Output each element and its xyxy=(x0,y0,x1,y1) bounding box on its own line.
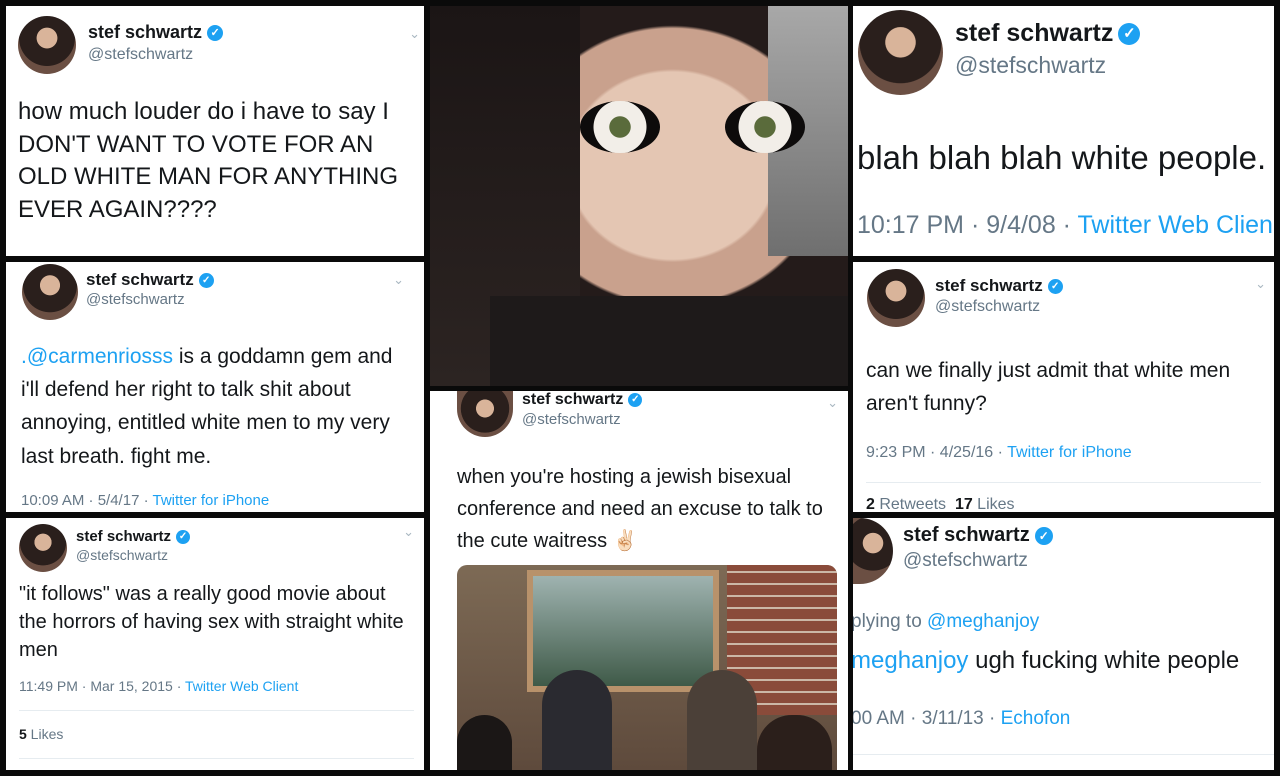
display-name-text: stef schwartz xyxy=(88,22,203,42)
avatar[interactable] xyxy=(867,269,925,327)
handle[interactable]: @stefschwartz xyxy=(76,547,168,563)
verified-badge-icon: ✓ xyxy=(1118,23,1141,46)
tweet-source[interactable]: Twitter Web Client xyxy=(185,678,298,694)
display-name[interactable]: stef schwartz ✓ xyxy=(955,19,1141,48)
eye-shape xyxy=(725,101,805,153)
timestamp[interactable]: 11:49 PM · Mar 15, 2015 · xyxy=(19,678,185,694)
tweet-meta: 10:09 AM · 5/4/17 · Twitter for iPhone xyxy=(21,492,269,509)
tweet-card-5: stef schwartz ✓ @stefschwartz ⌄ when you'… xyxy=(430,391,848,770)
verified-badge-icon: ✓ xyxy=(1034,526,1053,545)
avatar[interactable] xyxy=(853,518,893,584)
engagement-stats: 2 Retweets 17 Likes xyxy=(866,496,1015,512)
tweet-card-2: stef schwartz ✓ @stefschwartz blah blah b… xyxy=(853,6,1274,256)
tweet-text: "it follows" was a really good movie abo… xyxy=(19,583,404,661)
display-name[interactable]: stef schwartz ✓ xyxy=(522,391,643,409)
avatar[interactable] xyxy=(457,391,513,437)
chevron-down-icon[interactable]: ⌄ xyxy=(393,272,404,288)
display-name-text: stef schwartz xyxy=(76,528,172,545)
handle[interactable]: @stefschwartz xyxy=(935,298,1040,316)
divider xyxy=(19,710,414,711)
divider xyxy=(866,482,1261,483)
person-shape xyxy=(757,715,832,770)
timestamp[interactable]: 10:17 PM · 9/4/08 · xyxy=(857,211,1078,239)
avatar[interactable] xyxy=(858,10,943,95)
reply-prefix: plying to xyxy=(853,611,928,632)
tweet-meta: 00 AM · 3/11/13 · Echofon xyxy=(853,708,1070,730)
divider xyxy=(853,754,1274,755)
tweet-text: how much louder do i have to say I DON'T… xyxy=(18,98,399,223)
chevron-down-icon[interactable]: ⌄ xyxy=(827,395,838,411)
chevron-down-icon[interactable]: ⌄ xyxy=(409,26,420,42)
chevron-down-icon[interactable]: ⌄ xyxy=(1255,276,1266,292)
handle[interactable]: @stefschwartz xyxy=(955,52,1106,79)
engagement-stats: 5 Likes xyxy=(19,726,63,742)
timestamp[interactable]: 00 AM · 3/11/13 · xyxy=(853,708,1001,729)
display-name[interactable]: stef schwartz ✓ xyxy=(903,524,1053,547)
tweet-text: blah blah blah white people. xyxy=(857,139,1267,176)
like-count[interactable]: 17 xyxy=(955,496,973,512)
person-shape xyxy=(687,670,757,770)
handle[interactable]: @stefschwartz xyxy=(88,46,193,64)
verified-badge-icon: ✓ xyxy=(207,25,224,42)
chevron-down-icon[interactable]: ⌄ xyxy=(403,524,414,540)
tweet-source[interactable]: Twitter for iPhone xyxy=(1007,444,1132,461)
tweet-text-content: ugh fucking white people xyxy=(968,647,1240,674)
handle[interactable]: @stefschwartz xyxy=(86,291,185,308)
tweet-meta: 9:23 PM · 4/25/16 · Twitter for iPhone xyxy=(866,444,1132,462)
display-name-text: stef schwartz xyxy=(86,270,194,289)
divider xyxy=(19,758,414,759)
tweet-text: when you're hosting a jewish bisexual co… xyxy=(457,466,823,552)
tweet-text: .@carmenriosss is a goddamn gem and i'll… xyxy=(21,340,416,473)
person-shape xyxy=(457,715,512,770)
like-count[interactable]: 5 xyxy=(19,726,27,742)
handle[interactable]: @stefschwartz xyxy=(522,411,621,428)
portrait-photo xyxy=(430,6,848,386)
shirt-shape xyxy=(490,296,848,386)
tweet-text: can we finally just admit that white men… xyxy=(866,359,1231,416)
display-name-text: stef schwartz xyxy=(955,19,1114,47)
tweet-source[interactable]: Twitter for iPhone xyxy=(152,492,269,509)
tweet-text: meghanjoy ugh fucking white people xyxy=(853,645,1274,678)
handle[interactable]: @stefschwartz xyxy=(903,550,1028,572)
tweet-card-6: stef schwartz ✓ @stefschwartz ⌄ "it follo… xyxy=(6,518,424,770)
display-name[interactable]: stef schwartz ✓ xyxy=(76,528,191,545)
mention-link[interactable]: .@carmenriosss xyxy=(21,345,173,368)
mention-link[interactable]: meghanjoy xyxy=(853,647,968,674)
verified-badge-icon: ✓ xyxy=(176,530,191,545)
tweet-photo[interactable] xyxy=(457,565,837,770)
tweet-meta: 11:49 PM · Mar 15, 2015 · Twitter Web Cl… xyxy=(19,678,298,694)
eye-shape xyxy=(580,101,660,153)
tweet-meta: 10:17 PM · 9/4/08 · Twitter Web Clien xyxy=(857,211,1273,240)
verified-badge-icon: ✓ xyxy=(628,392,643,407)
avatar[interactable] xyxy=(19,524,67,572)
reply-context: plying to @meghanjoy xyxy=(853,611,1039,633)
tweet-card-1: stef schwartz ✓ @stefschwartz ⌄ how much … xyxy=(6,6,424,256)
display-name-text: stef schwartz xyxy=(522,391,624,408)
verified-badge-icon: ✓ xyxy=(1047,279,1063,295)
timestamp[interactable]: 9:23 PM · 4/25/16 · xyxy=(866,444,1007,461)
tweet-card-7: stef schwartz ✓ @stefschwartz plying to @… xyxy=(853,518,1274,770)
reply-to-link[interactable]: @meghanjoy xyxy=(927,611,1039,632)
display-name[interactable]: stef schwartz ✓ xyxy=(86,270,214,290)
display-name-text: stef schwartz xyxy=(903,524,1030,546)
likes-label: Likes xyxy=(972,496,1015,512)
tweet-card-4: stef schwartz ✓ @stefschwartz ⌄ can we fi… xyxy=(853,262,1274,512)
display-name[interactable]: stef schwartz ✓ xyxy=(88,22,224,43)
retweets-label: Retweets xyxy=(874,496,955,512)
retweet-count[interactable]: 2 xyxy=(866,496,875,512)
person-shape xyxy=(542,670,612,770)
timestamp[interactable]: 10:09 AM · 5/4/17 · xyxy=(21,492,152,509)
likes-label: Likes xyxy=(26,726,64,742)
tweet-card-3: stef schwartz ✓ @stefschwartz ⌄ .@carmenr… xyxy=(6,262,424,512)
tweet-source[interactable]: Echofon xyxy=(1001,708,1071,729)
avatar[interactable] xyxy=(22,264,78,320)
window-shape xyxy=(527,570,719,692)
tweet-source[interactable]: Twitter Web Clien xyxy=(1078,211,1273,239)
avatar[interactable] xyxy=(18,16,76,74)
verified-badge-icon: ✓ xyxy=(198,273,214,289)
display-name[interactable]: stef schwartz ✓ xyxy=(935,276,1063,296)
display-name-text: stef schwartz xyxy=(935,276,1043,295)
